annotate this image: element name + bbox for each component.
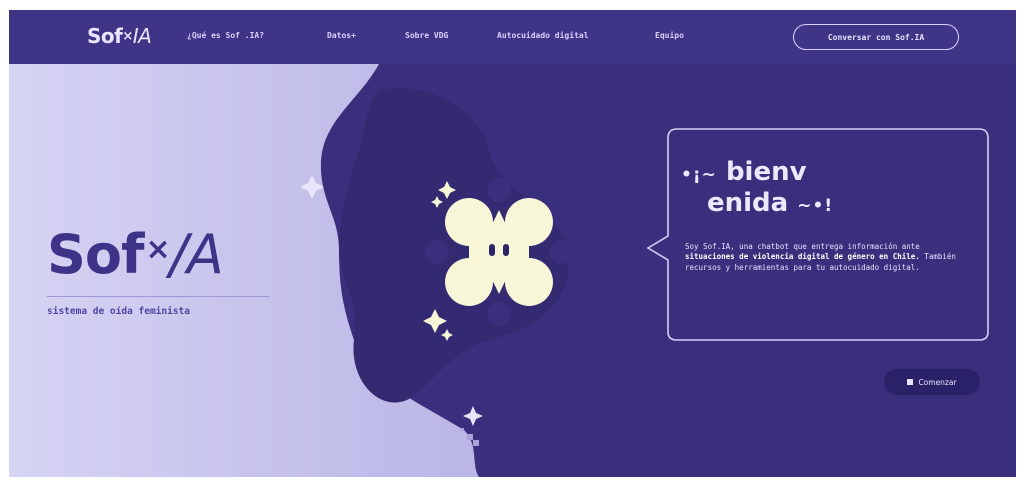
hero-tagline: sistema de oída feminista: [47, 306, 190, 317]
welcome-line1: bienv: [725, 157, 807, 187]
desc-part-1: Soy Sof.IA, una chatbot que entrega info…: [685, 242, 920, 251]
conversar-button[interactable]: Conversar con Sof.IA: [793, 24, 959, 50]
desc-bold: situaciones de violencia digital de géne…: [685, 252, 920, 262]
sparkle-icon: [463, 406, 483, 426]
welcome-deco-left: •¡~: [681, 165, 717, 185]
welcome-heading: •¡~ bienv enida ~•!: [681, 158, 833, 220]
nav-link-autocuidado[interactable]: Autocuidado digital: [497, 31, 589, 40]
welcome-line2: enida: [707, 188, 789, 218]
nav-link-sobre-vdg[interactable]: Sobre VDG: [405, 31, 448, 40]
tagline-divider: [47, 296, 269, 297]
brand-x: ×: [145, 232, 170, 267]
nav-link-que-es[interactable]: ¿Qué es Sof .IA?: [187, 31, 264, 40]
site-logo[interactable]: Sof×IA: [87, 24, 152, 48]
page-frame: Sof×IA ¿Qué es Sof .IA? Datos+ Sobre VDG…: [9, 10, 1016, 477]
square-bullet-icon: [907, 379, 914, 385]
logo-main: Sof: [87, 24, 123, 48]
welcome-deco-right: ~•!: [797, 196, 834, 216]
brand-main: Sof: [47, 223, 144, 286]
nav-link-datos[interactable]: Datos+: [327, 31, 356, 40]
intro-description: Soy Sof.IA, una chatbot que entrega info…: [685, 242, 965, 273]
brand-ia: /A: [169, 223, 224, 286]
comenzar-label: Comenzar: [918, 377, 957, 387]
hero-brand-title: Sof×/A: [47, 228, 224, 282]
top-navbar: Sof×IA ¿Qué es Sof .IA? Datos+ Sobre VDG…: [9, 10, 1016, 64]
logo-ia: IA: [132, 24, 152, 48]
nav-link-equipo[interactable]: Equipo: [655, 31, 684, 40]
comenzar-button[interactable]: Comenzar: [884, 369, 980, 395]
logo-x: ×: [122, 29, 133, 44]
